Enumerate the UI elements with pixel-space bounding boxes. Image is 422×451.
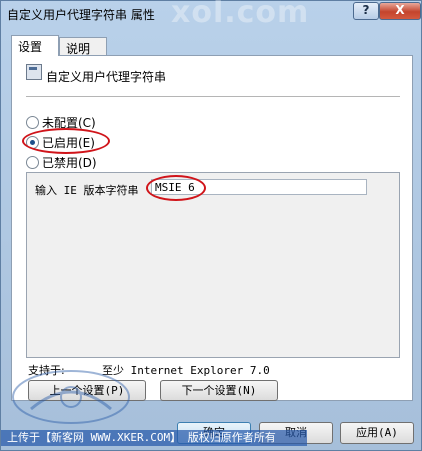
supported-value: 至少 Internet Explorer 7.0 [102, 364, 270, 377]
watermark: xol.com [171, 0, 310, 30]
policy-name: 自定义用户代理字符串 [46, 70, 167, 84]
next-setting-button[interactable]: 下一个设置(N) [160, 380, 278, 401]
apply-button[interactable]: 应用(A) [340, 422, 414, 444]
properties-dialog: 自定义用户代理字符串 属性 xol.com ? X 设置 说明 自定义用户代理字… [0, 0, 422, 451]
policy-icon [26, 64, 42, 80]
close-button[interactable]: X [379, 2, 421, 20]
radio-icon[interactable] [26, 116, 39, 129]
title-bar[interactable]: 自定义用户代理字符串 属性 xol.com ? X [1, 0, 422, 30]
highlight-ellipse-enabled [22, 128, 110, 154]
upload-credit-banner: 上传于【新客网 WWW.XKER.COM】 版权归原作者所有 [1, 430, 307, 446]
window-title: 自定义用户代理字符串 属性 [7, 8, 155, 22]
help-button[interactable]: ? [353, 2, 379, 20]
previous-setting-button[interactable]: 上一个设置(P) [28, 380, 146, 401]
settings-panel: 自定义用户代理字符串 未配置(C) 已启用(E) 已禁用(D) 输入 IE 版本… [11, 55, 413, 401]
options-label: 输入 IE 版本字符串 [35, 184, 139, 197]
radio-label: 已禁用(D) [42, 156, 97, 170]
options-box: 输入 IE 版本字符串 [26, 172, 400, 358]
radio-icon[interactable] [26, 156, 39, 169]
tab-settings[interactable]: 设置 [11, 35, 59, 56]
tab-explain[interactable]: 说明 [59, 37, 107, 56]
divider [26, 96, 400, 97]
highlight-ellipse-input [146, 175, 206, 201]
supported-label: 支持于: [28, 364, 65, 377]
radio-disabled[interactable]: 已禁用(D) [26, 154, 97, 171]
